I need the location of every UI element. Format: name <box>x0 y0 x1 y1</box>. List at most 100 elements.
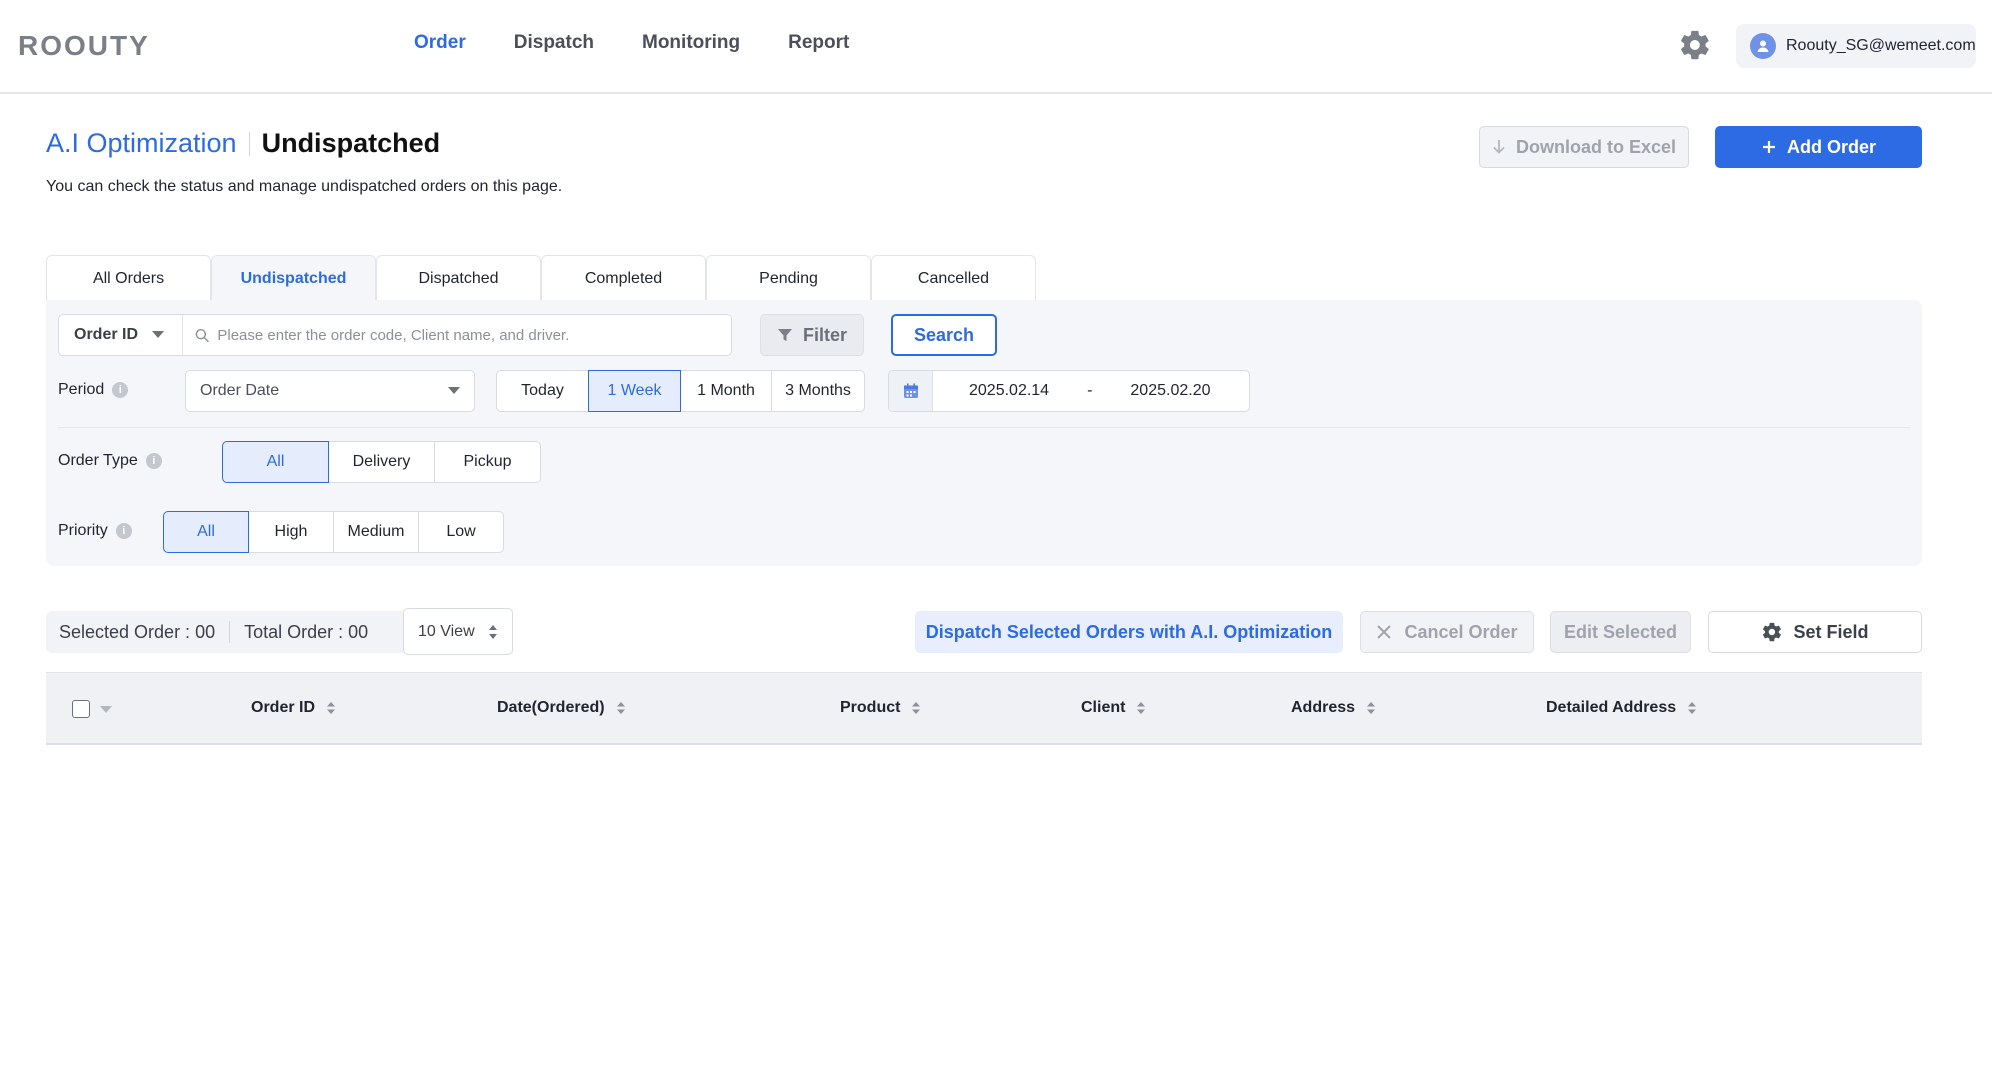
user-menu[interactable]: Roouty_SG@wemeet.com <box>1736 24 1976 68</box>
info-icon: i <box>112 382 129 398</box>
column-label: Order ID <box>251 699 316 716</box>
priority-medium-button[interactable]: Medium <box>333 511 419 553</box>
period-1week-button[interactable]: 1 Week <box>588 370 681 412</box>
priority-row-label: Priority i <box>58 522 132 540</box>
column-product[interactable]: Product <box>840 699 921 717</box>
search-input[interactable] <box>217 326 731 344</box>
nav-item-monitoring[interactable]: Monitoring <box>642 32 740 54</box>
sort-icon <box>1367 702 1376 714</box>
column-address[interactable]: Address <box>1291 699 1376 717</box>
tab-dispatched[interactable]: Dispatched <box>376 255 541 301</box>
order-type-buttons: All Delivery Pickup <box>222 441 541 483</box>
search-button[interactable]: Search <box>891 314 997 356</box>
priority-buttons: All High Medium Low <box>163 511 504 553</box>
period-type-select[interactable]: Order Date <box>185 370 475 412</box>
column-client[interactable]: Client <box>1081 699 1146 717</box>
selected-order-count: Selected Order : 00 <box>59 621 216 642</box>
cancel-order-button[interactable]: Cancel Order <box>1360 611 1534 653</box>
order-type-pickup-button[interactable]: Pickup <box>434 441 541 483</box>
order-type-all-button[interactable]: All <box>222 441 329 483</box>
main-nav: Order Dispatch Monitoring Report <box>414 32 849 54</box>
add-order-label: Add Order <box>1786 136 1876 157</box>
plus-icon <box>1762 141 1775 153</box>
order-type-row-label: Order Type i <box>58 452 162 470</box>
info-icon: i <box>115 523 132 539</box>
column-label: Detailed Address <box>1546 699 1677 716</box>
filter-panel: Order ID Filter Search Period i Order Da… <box>46 300 1922 566</box>
breadcrumb-divider <box>248 131 250 156</box>
column-date-ordered[interactable]: Date(Ordered) <box>497 699 625 717</box>
caret-down-icon[interactable] <box>100 706 112 714</box>
breadcrumb-ai-optimization[interactable]: A.I Optimization <box>46 128 237 159</box>
page-heading: A.I Optimization Undispatched <box>46 128 440 159</box>
dispatch-ai-button[interactable]: Dispatch Selected Orders with A.I. Optim… <box>915 611 1343 653</box>
select-all-checkbox[interactable] <box>72 700 90 718</box>
date-start[interactable]: 2025.02.14 <box>969 382 1049 400</box>
sort-icon <box>1137 702 1146 714</box>
nav-item-report[interactable]: Report <box>788 32 849 54</box>
order-type-delivery-button[interactable]: Delivery <box>328 441 435 483</box>
add-order-button[interactable]: Add Order <box>1715 126 1922 168</box>
column-label: Product <box>840 699 901 716</box>
gear-icon <box>1763 622 1782 642</box>
download-arrow-icon <box>1493 140 1505 154</box>
counter-divider <box>229 621 231 643</box>
sort-icon <box>327 702 336 714</box>
period-today-button[interactable]: Today <box>496 370 589 412</box>
priority-low-button[interactable]: Low <box>418 511 504 553</box>
tab-pending[interactable]: Pending <box>706 255 871 301</box>
priority-high-button[interactable]: High <box>248 511 334 553</box>
column-label: Address <box>1291 699 1356 716</box>
status-tabs: All Orders Undispatched Dispatched Compl… <box>46 255 1036 301</box>
priority-all-button[interactable]: All <box>163 511 249 553</box>
priority-label: Priority <box>58 522 108 539</box>
sort-icon <box>1688 702 1697 714</box>
settings-gear-icon[interactable] <box>1678 28 1712 62</box>
nav-item-order[interactable]: Order <box>414 32 466 54</box>
nav-item-dispatch[interactable]: Dispatch <box>514 32 594 54</box>
funnel-icon <box>777 329 792 341</box>
tab-cancelled[interactable]: Cancelled <box>871 255 1036 301</box>
panel-divider <box>58 427 1910 428</box>
tab-completed[interactable]: Completed <box>541 255 706 301</box>
set-field-label: Set Field <box>1793 621 1869 642</box>
search-combo: Order ID <box>58 314 732 356</box>
search-type-select[interactable]: Order ID <box>59 315 183 355</box>
date-separator: - <box>1087 382 1093 399</box>
set-field-button[interactable]: Set Field <box>1708 611 1922 653</box>
page-size-select[interactable]: 10 View <box>403 608 513 655</box>
caret-down-icon <box>152 331 165 338</box>
period-row-label: Period i <box>58 381 129 399</box>
caret-down-icon <box>448 387 460 394</box>
search-icon <box>195 328 209 342</box>
search-type-value: Order ID <box>74 326 139 343</box>
order-type-label: Order Type <box>58 452 138 469</box>
avatar-icon <box>1750 33 1776 59</box>
edit-selected-button[interactable]: Edit Selected <box>1550 611 1691 653</box>
date-range-picker[interactable]: 2025.02.14 - 2025.02.20 <box>888 370 1250 412</box>
cancel-order-label: Cancel Order <box>1404 621 1518 642</box>
column-detailed-address[interactable]: Detailed Address <box>1546 699 1697 717</box>
filter-button[interactable]: Filter <box>760 314 864 356</box>
period-3months-button[interactable]: 3 Months <box>771 370 865 412</box>
order-counter: Selected Order : 00 Total Order : 00 <box>46 611 422 653</box>
column-label: Client <box>1081 699 1126 716</box>
filter-label: Filter <box>802 324 847 345</box>
calendar-icon[interactable] <box>889 371 933 411</box>
date-end[interactable]: 2025.02.20 <box>1130 382 1210 400</box>
close-icon <box>1377 625 1392 639</box>
tab-undispatched[interactable]: Undispatched <box>211 255 376 301</box>
logo[interactable]: ROOUTY <box>18 30 150 62</box>
tab-all-orders[interactable]: All Orders <box>46 255 211 301</box>
column-label: Date(Ordered) <box>497 699 605 716</box>
page-subtitle: You can check the status and manage undi… <box>46 178 563 195</box>
download-excel-button[interactable]: Download to Excel <box>1479 126 1689 168</box>
column-order-id[interactable]: Order ID <box>251 699 336 717</box>
period-range-buttons: Today 1 Week 1 Month 3 Months <box>496 370 865 412</box>
sort-updown-icon <box>489 624 497 639</box>
orders-table-header: Order ID Date(Ordered) Product Client Ad… <box>46 672 1922 745</box>
sort-icon <box>912 702 921 714</box>
period-1month-button[interactable]: 1 Month <box>680 370 772 412</box>
period-label: Period <box>58 381 105 398</box>
info-icon: i <box>145 453 162 469</box>
